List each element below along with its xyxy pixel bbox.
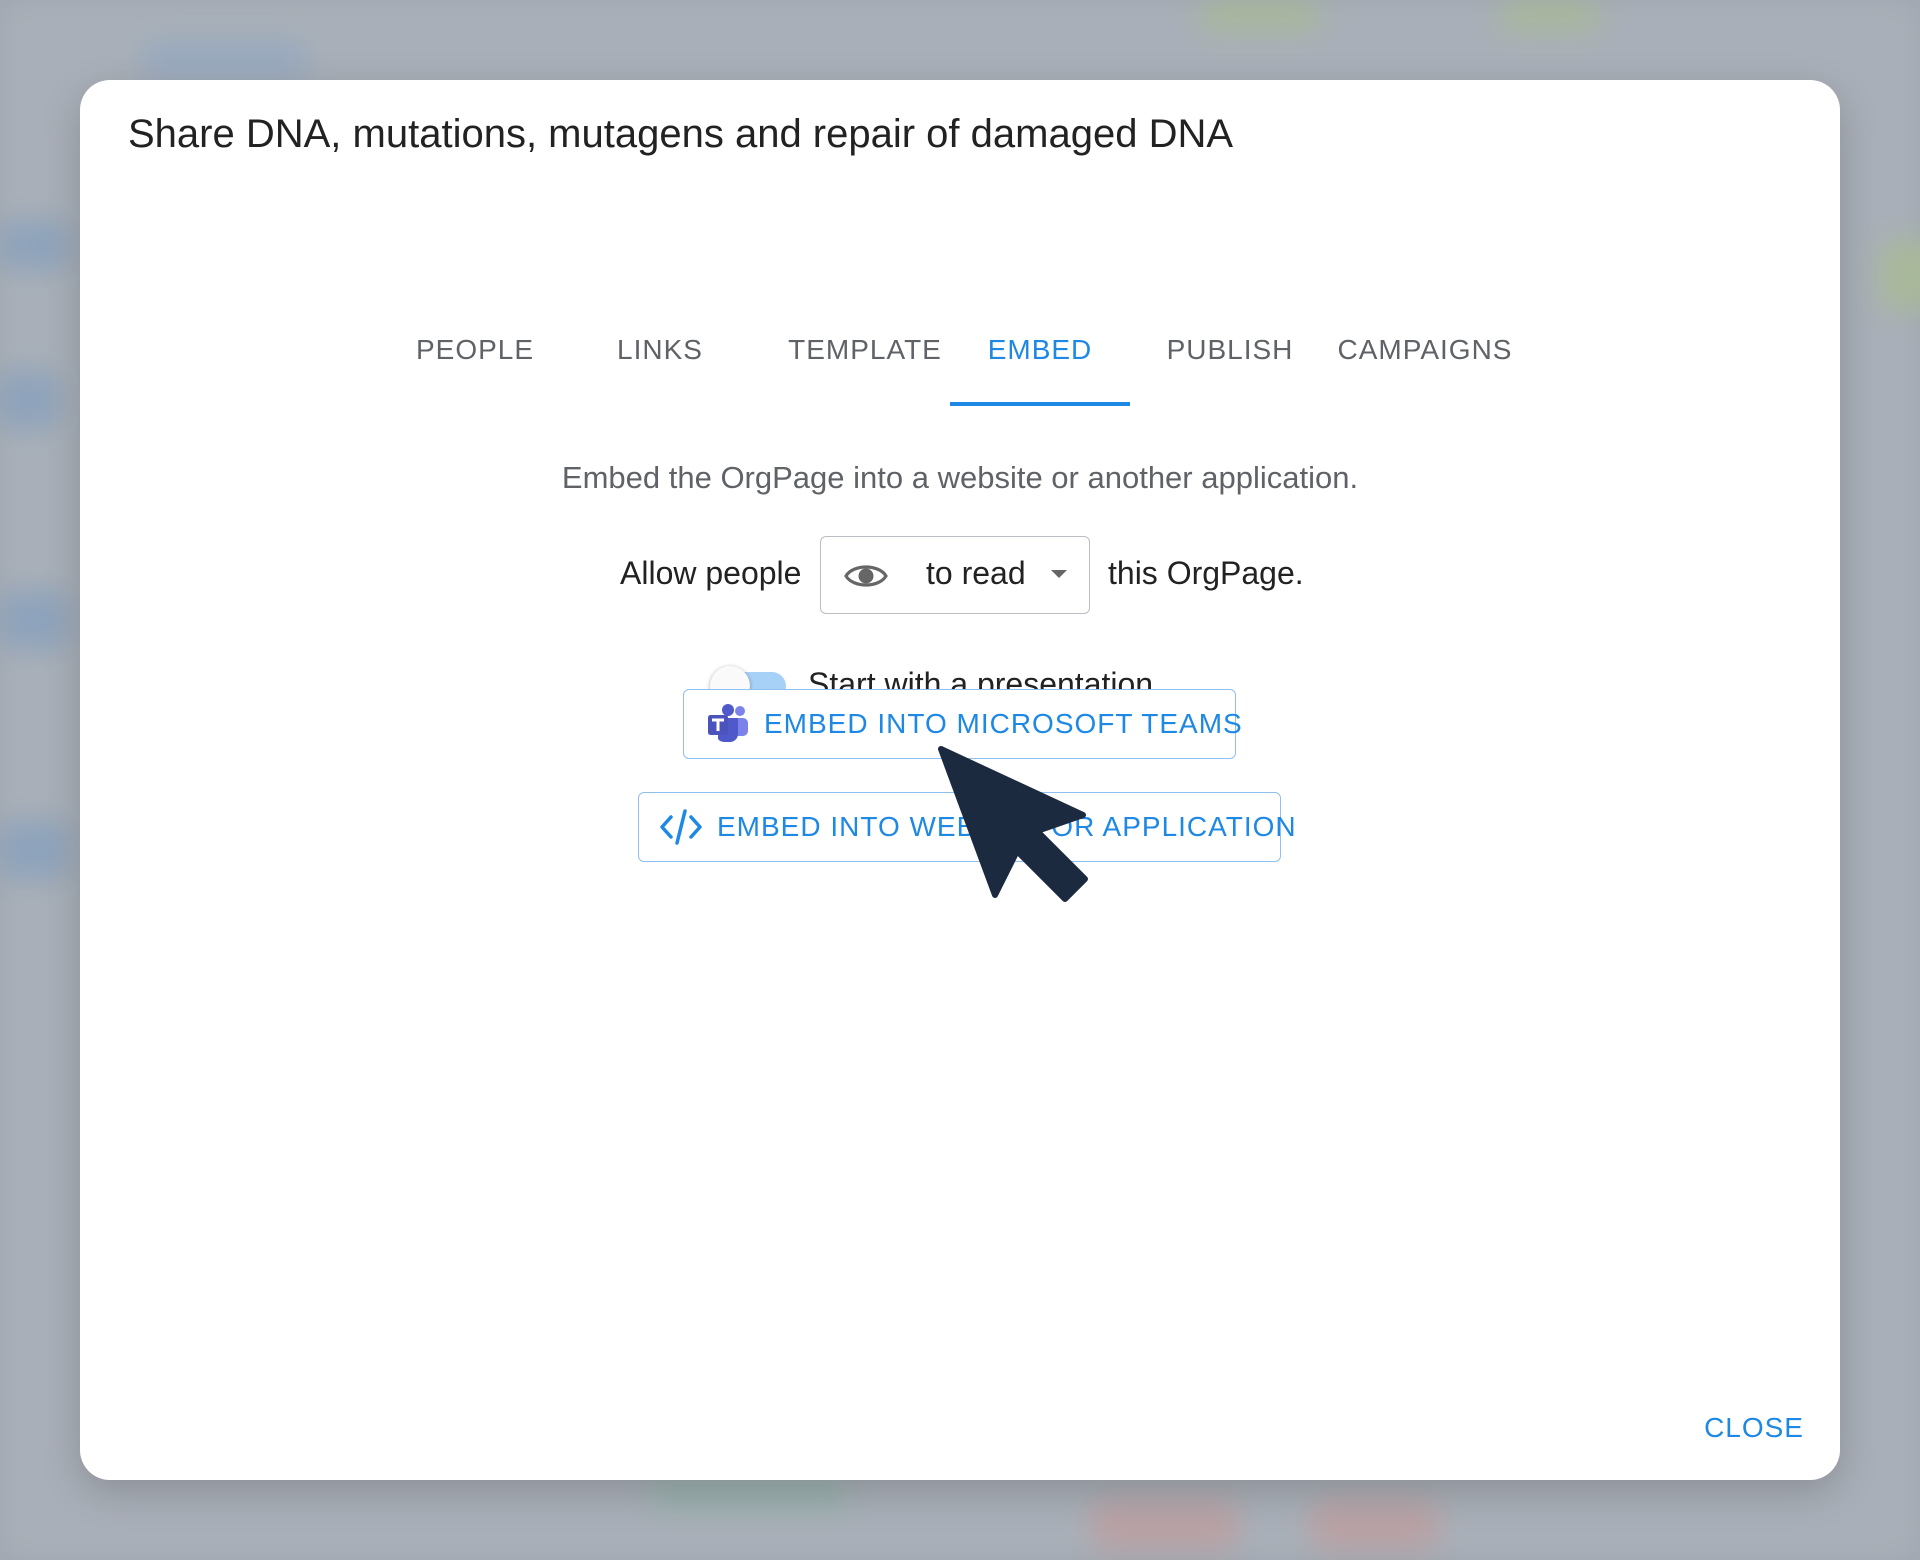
embed-teams-label: EMBED INTO MICROSOFT TEAMS (764, 708, 1243, 739)
tab-embed[interactable]: EMBED (950, 295, 1130, 405)
tab-people[interactable]: PEOPLE (400, 295, 550, 405)
tab-publish[interactable]: PUBLISH (1140, 295, 1320, 405)
allow-people-label: Allow people (620, 555, 802, 591)
embed-website-button[interactable]: EMBED INTO WEBSITE OR APPLICATION (638, 792, 1296, 862)
permission-value: to read (926, 555, 1026, 591)
permission-row: Allow people to read this OrgPage. (80, 536, 1840, 616)
code-icon (660, 809, 702, 845)
share-dialog: Share DNA, mutations, mutagens and repai… (80, 80, 1840, 1480)
dialog-title: Share DNA, mutations, mutagens and repai… (128, 112, 1234, 156)
close-button[interactable]: CLOSE (1704, 1412, 1804, 1444)
embed-teams-button[interactable]: EMBED INTO MICROSOFT TEAMS (683, 689, 1242, 759)
this-orgpage-label: this OrgPage. (1108, 555, 1304, 591)
embed-website-label: EMBED INTO WEBSITE OR APPLICATION (717, 811, 1297, 842)
share-tabs: PEOPLE LINKS TEMPLATE EMBED PUBLISH CAMP… (80, 295, 1840, 409)
tab-links[interactable]: LINKS (585, 295, 735, 405)
microsoft-teams-icon (708, 704, 748, 742)
active-tab-indicator (950, 402, 1130, 406)
permission-select[interactable]: to read (820, 536, 1090, 614)
tab-template[interactable]: TEMPLATE (765, 295, 965, 405)
tab-campaigns[interactable]: CAMPAIGNS (1325, 295, 1525, 405)
embed-description: Embed the OrgPage into a website or anot… (561, 460, 1359, 495)
eye-icon (844, 565, 888, 587)
chevron-down-icon (1051, 570, 1067, 578)
